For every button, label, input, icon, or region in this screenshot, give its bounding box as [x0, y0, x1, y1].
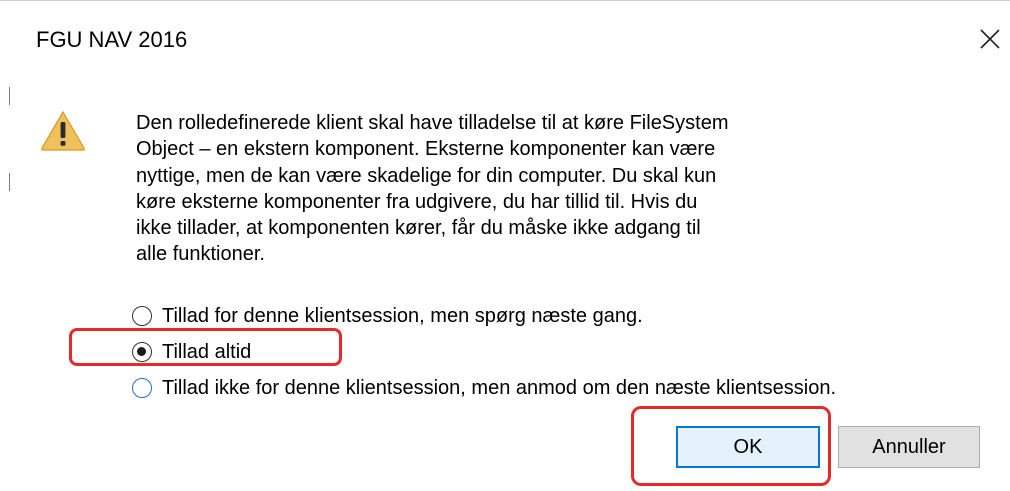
option-allow-this-session[interactable]: Tillad for denne klientsession, men spør… [132, 298, 1002, 334]
radio-button[interactable] [132, 378, 152, 398]
radio-button-selected[interactable] [132, 342, 152, 362]
message-line: alle funktioner. [136, 243, 265, 266]
permission-dialog: FGU NAV 2016 Den rolledefinerede klient … [0, 0, 1010, 491]
option-label: Tillad ikke for denne klientsession, men… [162, 377, 837, 399]
dialog-message: Den rolledefinerede klient skal have til… [136, 110, 856, 268]
option-label: Tillad altid [162, 341, 252, 363]
permission-options: Tillad for denne klientsession, men spør… [132, 298, 1002, 406]
close-icon [980, 29, 1000, 49]
close-button[interactable] [972, 21, 1008, 57]
cancel-button[interactable]: Annuller [838, 426, 980, 468]
ok-button[interactable]: OK [676, 426, 820, 468]
message-line: Den rolledefinerede klient skal have til… [136, 112, 729, 134]
title-bar: FGU NAV 2016 [0, 1, 1010, 79]
message-line: nyttige, men de kan være skadelige for d… [136, 164, 717, 187]
option-label: Tillad for denne klientsession, men spør… [162, 305, 643, 327]
warning-icon [40, 109, 86, 151]
window-edge-mark [9, 173, 10, 191]
window-edge-mark [9, 87, 10, 105]
option-deny-this-session[interactable]: Tillad ikke for denne klientsession, men… [132, 370, 1002, 406]
option-allow-always[interactable]: Tillad altid [132, 334, 1002, 370]
message-line: køre eksterne komponenter fra udgivere, … [136, 190, 698, 213]
radio-button[interactable] [132, 306, 152, 326]
window-title: FGU NAV 2016 [36, 27, 188, 52]
message-line: ikke tillader, at komponenten kører, får… [136, 217, 701, 240]
message-line: Object – en ekstern komponent. Eksterne … [136, 138, 716, 161]
